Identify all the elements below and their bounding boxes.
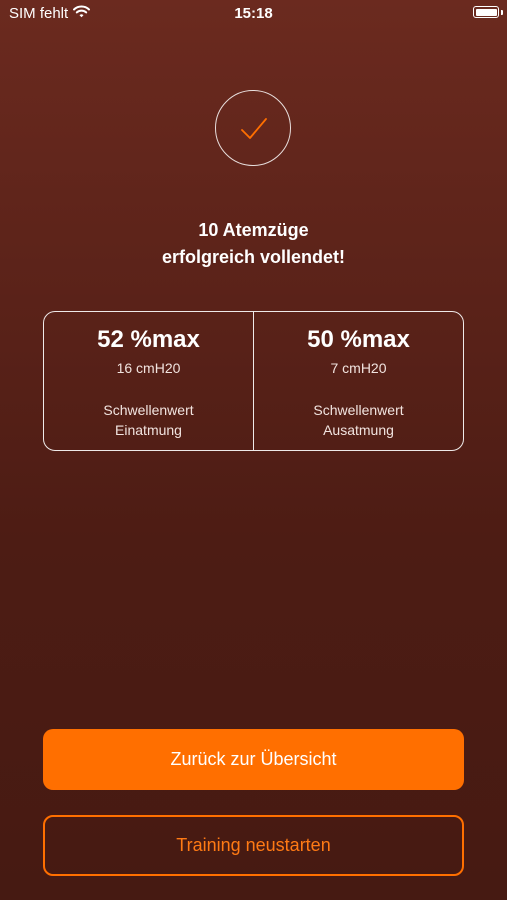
stat-label: Schwellenwert Einatmung [44, 400, 253, 440]
stat-value: 50 %max [307, 326, 410, 353]
status-time: 15:18 [234, 5, 273, 22]
stat-exhalation: 50 %max 7 cmH20 Schwellenwert Ausatmung [253, 312, 463, 450]
stat-pressure: 16 cmH20 [116, 360, 181, 376]
stat-label-line-2: Ausatmung [323, 422, 394, 438]
stat-label-line-2: Einatmung [115, 422, 182, 438]
battery-level [475, 8, 497, 16]
success-message: 10 Atemzüge erfolgreich vollendet! [0, 217, 507, 271]
success-line-1: 10 Atemzüge [198, 220, 309, 240]
stats-panel: 52 %max 16 cmH20 Schwellenwert Einatmung… [43, 311, 464, 451]
stat-label-line-1: Schwellenwert [313, 402, 404, 418]
back-to-overview-button[interactable]: Zurück zur Übersicht [43, 729, 464, 790]
battery-icon [473, 6, 499, 18]
stat-label: Schwellenwert Ausatmung [254, 400, 463, 440]
stat-label-line-1: Schwellenwert [103, 402, 194, 418]
stat-pressure: 7 cmH20 [330, 360, 387, 376]
stat-value: 52 %max [97, 326, 200, 353]
success-check-badge [215, 90, 291, 166]
status-bar: SIM fehlt 15:18 [0, 0, 507, 28]
checkmark-icon [241, 118, 267, 139]
success-line-2: erfolgreich vollendet! [161, 247, 346, 267]
battery-tip [501, 10, 503, 15]
stat-inhalation: 52 %max 16 cmH20 Schwellenwert Einatmung [44, 312, 253, 450]
restart-training-button[interactable]: Training neustarten [43, 815, 464, 876]
